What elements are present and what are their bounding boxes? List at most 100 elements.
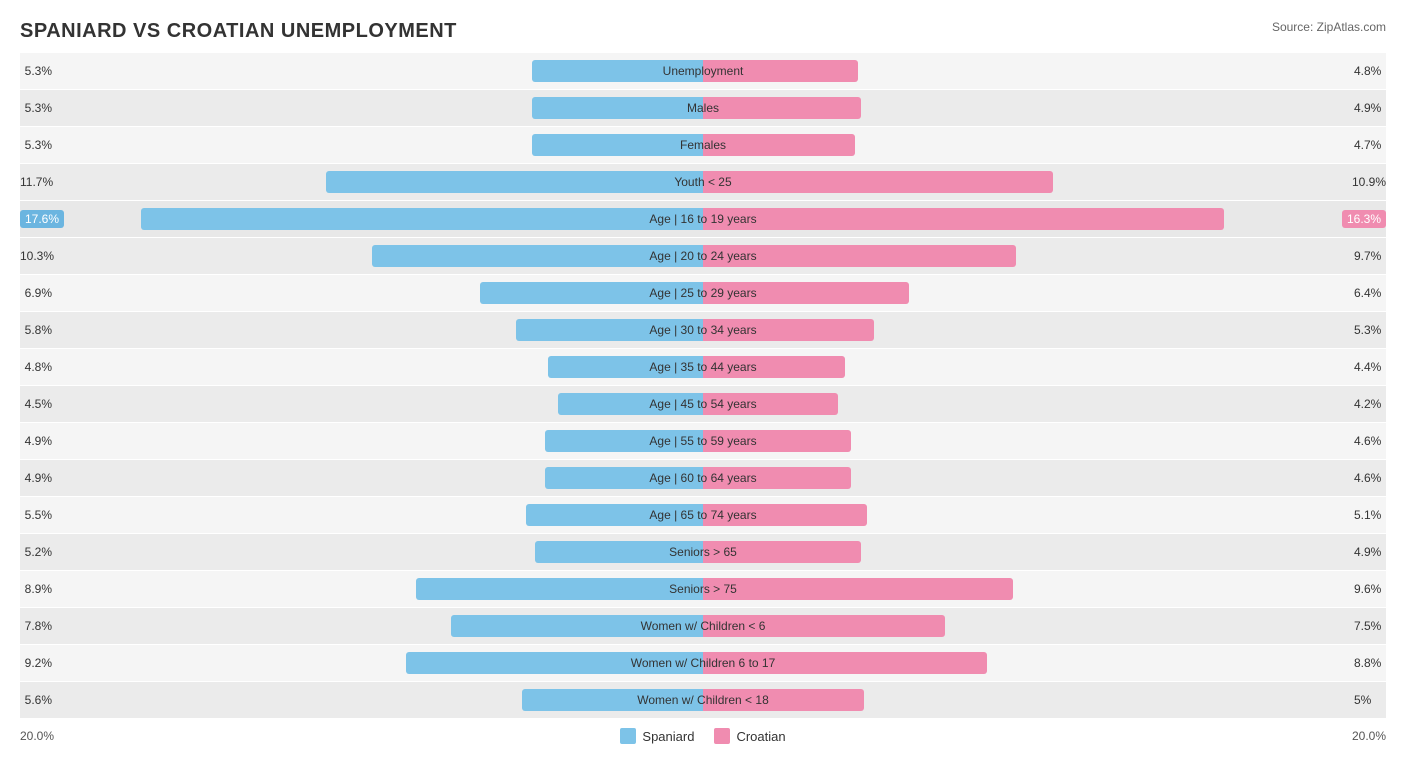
legend: Spaniard Croatian — [620, 728, 785, 744]
right-value: 10.9% — [1346, 175, 1386, 189]
left-bar-container — [58, 134, 703, 156]
chart-row: 5.3% Unemployment 4.8% — [20, 53, 1386, 89]
left-value: 4.9% — [20, 471, 58, 485]
left-bar-container — [58, 430, 703, 452]
left-section: 6.9% — [20, 275, 703, 311]
right-bar-container — [703, 208, 1342, 230]
chart-footer: 20.0% Spaniard Croatian 20.0% — [20, 728, 1386, 744]
left-bar-container — [58, 652, 703, 674]
right-bar — [703, 615, 945, 637]
left-value: 5.3% — [20, 138, 58, 152]
right-value: 9.6% — [1348, 582, 1386, 596]
left-section: 5.8% — [20, 312, 703, 348]
row-inner: 4.5% Age | 45 to 54 years 4.2% — [20, 386, 1386, 422]
left-section: 8.9% — [20, 571, 703, 607]
right-bar — [703, 319, 874, 341]
right-bar-container — [703, 467, 1348, 489]
legend-label-croatian: Croatian — [736, 729, 785, 744]
right-value: 4.4% — [1348, 360, 1386, 374]
left-section: 17.6% — [20, 201, 703, 237]
left-section: 5.2% — [20, 534, 703, 570]
left-bar-container — [58, 393, 703, 415]
axis-label-left: 20.0% — [20, 729, 54, 743]
right-value: 4.9% — [1348, 545, 1386, 559]
left-section: 10.3% — [20, 238, 703, 274]
right-section: 4.6% — [703, 423, 1386, 459]
right-bar — [703, 504, 867, 526]
right-section: 4.4% — [703, 349, 1386, 385]
left-section: 4.9% — [20, 423, 703, 459]
right-value: 4.8% — [1348, 64, 1386, 78]
right-bar-container — [703, 134, 1348, 156]
chart-row: 4.9% Age | 55 to 59 years 4.6% — [20, 423, 1386, 459]
right-section: 10.9% — [703, 164, 1386, 200]
left-bar — [522, 689, 703, 711]
right-bar — [703, 541, 861, 563]
chart-row: 5.5% Age | 65 to 74 years 5.1% — [20, 497, 1386, 533]
row-inner: 7.8% Women w/ Children < 6 7.5% — [20, 608, 1386, 644]
left-section: 5.3% — [20, 90, 703, 126]
right-section: 4.2% — [703, 386, 1386, 422]
right-bar — [703, 393, 838, 415]
right-bar-container — [703, 689, 1348, 711]
left-value: 8.9% — [20, 582, 58, 596]
chart-row: 10.3% Age | 20 to 24 years 9.7% — [20, 238, 1386, 274]
left-bar — [535, 541, 703, 563]
row-inner: 5.2% Seniors > 65 4.9% — [20, 534, 1386, 570]
row-inner: 9.2% Women w/ Children 6 to 17 8.8% — [20, 645, 1386, 681]
row-inner: 6.9% Age | 25 to 29 years 6.4% — [20, 275, 1386, 311]
left-value: 11.7% — [20, 175, 59, 189]
right-value: 4.2% — [1348, 397, 1386, 411]
left-bar-container — [58, 60, 703, 82]
right-bar — [703, 60, 858, 82]
chart-area: 5.3% Unemployment 4.8% 5.3% — [20, 53, 1386, 718]
left-bar-container — [58, 615, 703, 637]
right-bar-container — [703, 615, 1348, 637]
chart-row: 6.9% Age | 25 to 29 years 6.4% — [20, 275, 1386, 311]
left-value: 4.9% — [20, 434, 58, 448]
chart-row: 17.6% Age | 16 to 19 years 16.3% — [20, 201, 1386, 237]
right-section: 6.4% — [703, 275, 1386, 311]
chart-row: 4.8% Age | 35 to 44 years 4.4% — [20, 349, 1386, 385]
left-bar-container — [58, 541, 703, 563]
left-bar-container — [58, 282, 703, 304]
right-bar-container — [703, 60, 1348, 82]
left-bar — [545, 467, 703, 489]
left-section: 5.6% — [20, 682, 703, 718]
left-bar — [416, 578, 703, 600]
row-inner: 4.8% Age | 35 to 44 years 4.4% — [20, 349, 1386, 385]
right-value: 6.4% — [1348, 286, 1386, 300]
left-bar-container — [58, 504, 703, 526]
left-bar-container — [58, 319, 703, 341]
right-bar-container — [703, 430, 1348, 452]
row-inner: 5.5% Age | 65 to 74 years 5.1% — [20, 497, 1386, 533]
chart-row: 5.3% Females 4.7% — [20, 127, 1386, 163]
left-section: 9.2% — [20, 645, 703, 681]
left-bar — [516, 319, 703, 341]
left-section: 11.7% — [20, 164, 703, 200]
right-section: 5% — [703, 682, 1386, 718]
right-value: 5.3% — [1348, 323, 1386, 337]
legend-box-croatian — [714, 728, 730, 744]
right-bar-container — [703, 541, 1348, 563]
right-value: 4.6% — [1348, 434, 1386, 448]
right-section: 4.6% — [703, 460, 1386, 496]
chart-row: 9.2% Women w/ Children 6 to 17 8.8% — [20, 645, 1386, 681]
left-bar — [526, 504, 703, 526]
right-section: 4.7% — [703, 127, 1386, 163]
left-value: 4.5% — [20, 397, 58, 411]
right-section: 7.5% — [703, 608, 1386, 644]
right-bar-container — [703, 282, 1348, 304]
left-value: 5.3% — [20, 64, 58, 78]
left-section: 5.5% — [20, 497, 703, 533]
right-bar-container — [703, 393, 1348, 415]
left-value: 9.2% — [20, 656, 58, 670]
left-bar-container — [58, 97, 703, 119]
right-value: 7.5% — [1348, 619, 1386, 633]
right-bar — [703, 97, 861, 119]
right-section: 16.3% — [703, 201, 1386, 237]
right-value: 4.9% — [1348, 101, 1386, 115]
right-section: 5.1% — [703, 497, 1386, 533]
right-bar — [703, 652, 987, 674]
legend-item-croatian: Croatian — [714, 728, 785, 744]
